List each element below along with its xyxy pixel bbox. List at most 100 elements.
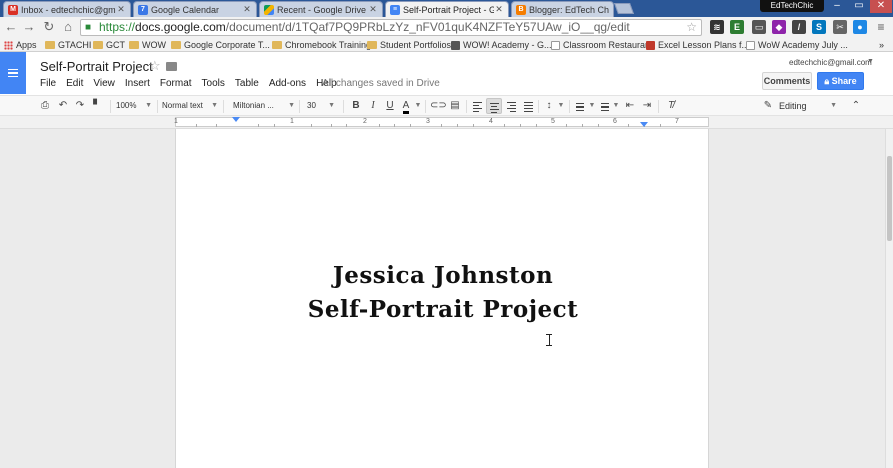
layers-extension-icon[interactable]: ≋	[710, 20, 724, 34]
menu-addons[interactable]: Add-ons	[269, 78, 306, 89]
account-email[interactable]: edtechchic@gmail.com	[789, 58, 872, 67]
bookmark-folder[interactable]: GCT	[93, 39, 125, 51]
vertical-scrollbar[interactable]	[885, 129, 893, 468]
menu-tools[interactable]: Tools	[202, 78, 225, 89]
undo-icon[interactable]: ↶	[56, 98, 70, 114]
screencast-extension-icon[interactable]: ●	[853, 20, 867, 34]
bookmark-folder[interactable]: Google Corporate T...	[171, 39, 270, 51]
share-button[interactable]: 🔒︎ Share	[817, 72, 864, 90]
bulleted-list-icon[interactable]	[598, 98, 612, 114]
menu-file[interactable]: File	[40, 78, 56, 89]
paint-format-icon[interactable]: ▘	[90, 98, 104, 114]
justify-button[interactable]	[521, 98, 535, 114]
url-path: /document/d/1TQaf7PQ9PRbLzYz_nFV01quK4NZ…	[225, 20, 630, 34]
minimize-icon[interactable]: –	[826, 0, 848, 13]
numbered-list-icon[interactable]	[573, 98, 587, 114]
underline-button[interactable]: U	[383, 98, 397, 114]
folder-icon[interactable]	[166, 62, 177, 71]
collapse-menus-icon[interactable]: ⌃	[849, 98, 863, 114]
zoom-select[interactable]: 100% ▼	[116, 98, 154, 114]
close-window-icon[interactable]: ✕	[870, 0, 892, 13]
menu-view[interactable]: View	[93, 78, 115, 89]
line-spacing-icon[interactable]: ↕	[542, 98, 556, 114]
maximize-icon[interactable]: ▭	[848, 0, 870, 13]
profile-badge[interactable]: EdTechChic	[760, 0, 824, 12]
font-select[interactable]: Miltonian ... ▼	[233, 98, 297, 114]
s-extension-icon[interactable]: S	[812, 20, 826, 34]
italic-button[interactable]: I	[366, 98, 380, 114]
left-indent-marker[interactable]	[232, 117, 240, 122]
align-center-button[interactable]	[486, 98, 502, 114]
heading-line-1[interactable]: Jessica Johnston	[176, 262, 710, 289]
menu-icon[interactable]: ≡	[874, 20, 888, 34]
ruler-number: 5	[551, 118, 555, 125]
heading-line-2[interactable]: Self-Portrait Project	[176, 296, 710, 323]
save-status[interactable]: All changes saved in Drive	[322, 78, 440, 89]
document-title[interactable]: Self-Portrait Project	[40, 59, 153, 74]
home-icon[interactable]: ⌂	[60, 19, 76, 35]
back-arrow-icon[interactable]: ←	[3, 19, 19, 35]
bookmark-page[interactable]: Excel Lesson Plans f...	[646, 39, 749, 51]
cast-extension-icon[interactable]: ▭	[752, 20, 766, 34]
comment-icon[interactable]: ▤	[448, 98, 462, 114]
bookmark-folder[interactable]: Chromebook Training	[272, 39, 371, 51]
close-icon[interactable]: ✕	[242, 4, 252, 15]
clear-formatting-icon[interactable]: T̸	[664, 98, 678, 114]
close-icon[interactable]: ✕	[116, 4, 126, 15]
bookmark-page[interactable]: Classroom Restaurant	[551, 39, 653, 51]
chevron-down-icon[interactable]: ▼	[612, 98, 620, 114]
tab-gmail[interactable]: M Inbox - edtechchic@gmai ✕	[3, 1, 131, 17]
bookmark-folder[interactable]: WOW	[129, 39, 166, 51]
chevron-down-icon[interactable]: ▼	[867, 58, 874, 65]
align-right-button[interactable]	[504, 98, 518, 114]
decrease-indent-icon[interactable]: ⇤	[623, 98, 637, 114]
right-indent-marker[interactable]	[640, 122, 648, 127]
tab-docs[interactable]: ≡ Self-Portrait Project - Goo ✕	[385, 1, 509, 17]
tab-calendar[interactable]: 7 Google Calendar ✕	[133, 1, 257, 17]
scrollbar-thumb[interactable]	[887, 156, 892, 241]
tab-blogger[interactable]: B Blogger: EdTech Chic - Ed	[511, 1, 614, 17]
new-tab-button[interactable]	[613, 3, 635, 14]
increase-indent-icon[interactable]: ⇥	[640, 98, 654, 114]
color-extension-icon[interactable]: ◆	[772, 20, 786, 34]
document-page[interactable]: Jessica Johnston Self-Portrait Project	[175, 129, 709, 468]
bookmark-page[interactable]: WOW! Academy - G...	[451, 39, 552, 51]
menu-table[interactable]: Table	[235, 78, 259, 89]
tab-drive[interactable]: Recent - Google Drive ✕	[259, 1, 383, 17]
link-icon[interactable]: ⊂⊃	[430, 98, 447, 114]
bookmark-folder[interactable]: Student Portfolios	[367, 39, 451, 51]
bold-button[interactable]: B	[349, 98, 363, 114]
chevron-down-icon[interactable]: ▼	[588, 98, 596, 114]
ruler[interactable]: 1 1 2 3 4 5 6 7	[174, 117, 709, 127]
text-color-button[interactable]: A	[399, 98, 413, 114]
bookmark-folder[interactable]: GTACHI	[45, 39, 91, 51]
bookmark-apps[interactable]: Apps	[4, 39, 37, 51]
chevron-down-icon[interactable]: ▼	[557, 98, 565, 114]
evernote-extension-icon[interactable]: E	[730, 20, 744, 34]
menu-insert[interactable]: Insert	[125, 78, 150, 89]
font-size-select[interactable]: 30 ▼	[307, 98, 337, 114]
close-icon[interactable]: ✕	[494, 4, 504, 15]
reload-icon[interactable]: ↻	[41, 19, 57, 35]
comments-button[interactable]: Comments	[762, 72, 812, 90]
paragraph-style-select[interactable]: Normal text ▼	[162, 98, 220, 114]
align-left-button[interactable]	[470, 98, 484, 114]
bookmark-page[interactable]: WoW Academy July ...	[746, 39, 848, 51]
bookmark-star-icon[interactable]: ☆	[686, 20, 697, 35]
editing-mode-select[interactable]: Editing ▼	[779, 98, 839, 114]
scissors-extension-icon[interactable]: ✂	[833, 20, 847, 34]
folder-icon	[367, 41, 377, 49]
close-icon[interactable]: ✕	[368, 4, 378, 15]
forward-arrow-icon[interactable]: →	[21, 19, 37, 35]
more-bookmarks-button[interactable]: »	[879, 39, 884, 51]
chevron-down-icon[interactable]: ▼	[414, 98, 422, 114]
star-icon[interactable]: ☆	[149, 58, 161, 74]
print-icon[interactable]: ⎙	[38, 98, 52, 114]
menu-edit[interactable]: Edit	[66, 78, 83, 89]
docs-home-icon[interactable]	[0, 52, 26, 94]
address-bar[interactable]: ■ https://docs.google.com/document/d/1TQ…	[80, 19, 702, 36]
eyedropper-extension-icon[interactable]: /	[792, 20, 806, 34]
lock-icon: ■	[85, 22, 92, 33]
redo-icon[interactable]: ↷	[73, 98, 87, 114]
menu-format[interactable]: Format	[160, 78, 192, 89]
